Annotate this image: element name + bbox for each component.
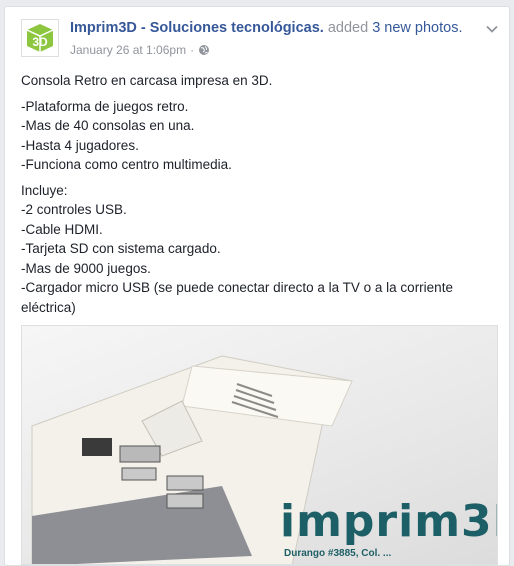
new-photos-link[interactable]: 3 new photos. <box>372 20 462 36</box>
includes-line: -Cable HDMI. <box>21 221 103 237</box>
feature-line: -Hasta 4 jugadores. <box>21 137 139 153</box>
includes-line: -Cargador micro USB (se puede conectar d… <box>21 280 453 315</box>
post-action-text: added <box>327 20 369 36</box>
post-card: 3D Imprim3D - Soluciones tecnológicas. a… <box>4 6 510 566</box>
includes-heading: Incluye: <box>21 182 68 198</box>
post-message: Consola Retro en carcasa impresa en 3D. … <box>21 71 499 323</box>
globe-icon[interactable] <box>198 44 210 56</box>
feature-line: -Funciona como centro multimedia. <box>21 157 232 172</box>
includes-line: -2 controles USB. <box>21 202 127 217</box>
page-name-link[interactable]: Imprim3D - Soluciones tecnológicas. <box>70 20 324 36</box>
chevron-down-icon[interactable] <box>485 22 499 36</box>
page-avatar[interactable]: 3D <box>21 19 59 57</box>
photo-watermark: imprim3D <box>280 496 497 547</box>
meta-separator: · <box>190 43 195 57</box>
post-title-line: Imprim3D - Soluciones tecnológicas. adde… <box>70 20 463 36</box>
includes-line: -Mas de 9000 juegos. <box>21 260 151 276</box>
imprim3d-logo: 3D <box>23 21 57 55</box>
avatar-logo-text: 3D <box>32 35 48 49</box>
feature-line: -Plataforma de juegos retro. <box>21 98 189 114</box>
post-photo[interactable]: imprim3D Durango #3885, Col. ... <box>21 325 498 565</box>
post-timestamp[interactable]: January 26 at 1:06pm <box>70 43 186 57</box>
features-list: -Plataforma de juegos retro. -Mas de 40 … <box>21 97 499 175</box>
feature-line: -Mas de 40 consolas en una. <box>21 118 195 133</box>
post-meta: January 26 at 1:06pm · <box>70 43 210 57</box>
post-header: 3D Imprim3D - Soluciones tecnológicas. a… <box>21 16 499 60</box>
photo-watermark-address: Durango #3885, Col. ... <box>284 548 392 559</box>
post-intro: Consola Retro en carcasa impresa en 3D. <box>21 73 273 88</box>
includes-list: Incluye: -2 controles USB. -Cable HDMI. … <box>21 181 499 318</box>
includes-line: -Tarjeta SD con sistema cargado. <box>21 241 221 256</box>
